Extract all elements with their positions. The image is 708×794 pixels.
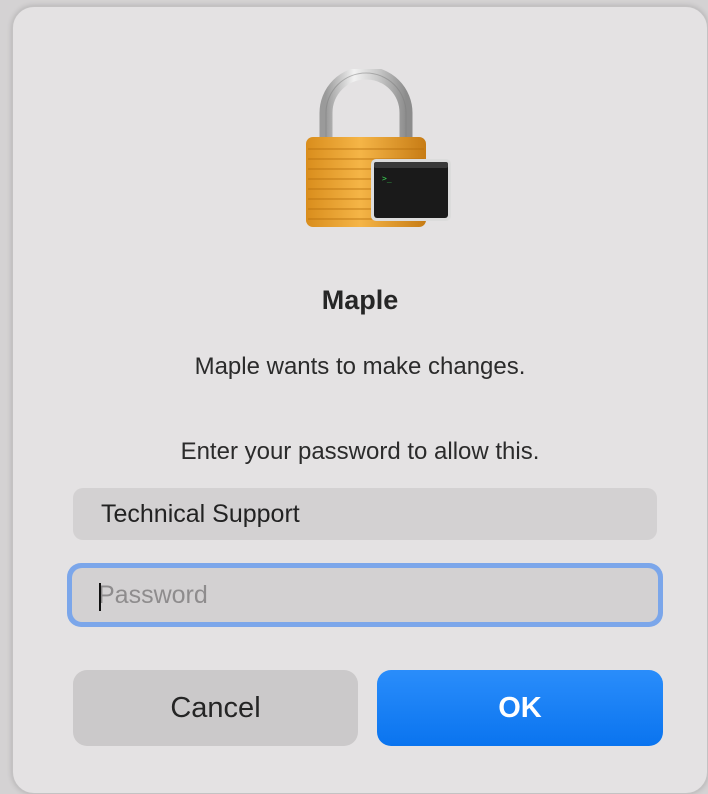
- text-cursor: [99, 583, 101, 611]
- dialog-prompt: Enter your password to allow this.: [180, 438, 540, 465]
- dialog-title: Maple: [321, 285, 399, 315]
- password-field-focus-ring: [67, 563, 663, 627]
- lock-icon: >_: [304, 66, 454, 229]
- password-field[interactable]: [72, 568, 658, 622]
- ok-button[interactable]: OK: [377, 670, 663, 746]
- username-field[interactable]: Technical Support: [73, 488, 657, 540]
- dialog-message: Maple wants to make changes.: [194, 353, 526, 380]
- svg-text:>_: >_: [382, 174, 392, 183]
- cancel-button[interactable]: Cancel: [73, 670, 358, 746]
- auth-dialog: >_ Maple Maple wants to make changes. En…: [12, 6, 708, 794]
